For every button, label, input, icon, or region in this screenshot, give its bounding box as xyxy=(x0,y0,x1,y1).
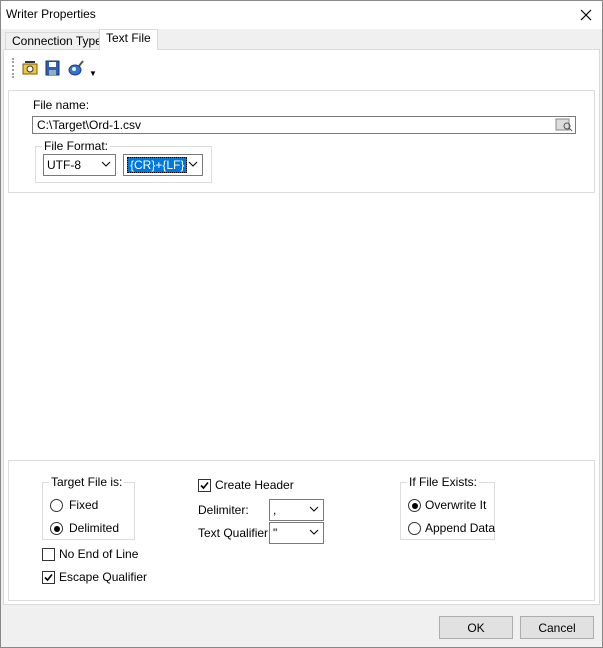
tab-text-file[interactable]: Text File xyxy=(99,29,158,50)
cancel-button[interactable]: Cancel xyxy=(520,616,594,639)
close-icon xyxy=(580,9,592,21)
create-header-checkbox[interactable] xyxy=(198,479,211,492)
line-ending-select[interactable]: {CR}+{LF} xyxy=(123,154,203,176)
escape-qualifier-checkbox[interactable] xyxy=(42,571,55,584)
no-end-of-line-label: No End of Line xyxy=(59,547,139,561)
check-icon xyxy=(44,573,53,582)
chevron-down-icon xyxy=(101,161,111,167)
file-format-group: File Format: UTF-8 {CR}+{LF} xyxy=(35,139,212,183)
settings-icon[interactable] xyxy=(20,58,40,78)
toolbar-grip xyxy=(12,58,14,78)
encoding-select[interactable]: UTF-8 xyxy=(43,154,116,176)
overwrite-label: Overwrite It xyxy=(425,498,487,512)
tab-connection-type[interactable]: Connection Type xyxy=(5,32,109,50)
if-file-exists-legend: If File Exists: xyxy=(407,475,480,489)
chevron-down-icon xyxy=(309,529,319,535)
delimited-label: Delimited xyxy=(69,521,120,535)
file-name-input[interactable]: C:\Target\Ord-1.csv xyxy=(32,116,576,134)
close-button[interactable] xyxy=(570,1,602,29)
chevron-down-icon xyxy=(188,161,198,167)
line-ending-value: {CR}+{LF} xyxy=(127,157,188,173)
escape-qualifier-label: Escape Qualifier xyxy=(59,570,148,584)
target-file-group: Target File is: Fixed Delimited xyxy=(42,475,135,540)
toolbar: ▼ xyxy=(12,56,97,80)
append-label: Append Data xyxy=(425,521,496,535)
file-name-label: File name: xyxy=(33,98,90,112)
if-file-exists-group: If File Exists: Overwrite It Append Data xyxy=(400,475,496,540)
fixed-radio[interactable] xyxy=(50,499,63,512)
dropdown-arrow-icon[interactable]: ▼ xyxy=(89,69,97,78)
target-file-legend: Target File is: xyxy=(49,475,125,489)
append-radio[interactable] xyxy=(408,522,421,535)
options-section: Target File is: Fixed Delimited No End o… xyxy=(8,460,595,601)
writer-properties-dialog: Writer Properties Connection Type Text F… xyxy=(0,0,603,648)
delimiter-select[interactable]: , xyxy=(269,499,324,521)
clear-icon[interactable] xyxy=(66,58,86,78)
delimiter-label: Delimiter: xyxy=(198,503,249,517)
encoding-value: UTF-8 xyxy=(47,158,81,172)
text-qualifier-value: " xyxy=(273,526,278,540)
ok-button[interactable]: OK xyxy=(439,616,513,639)
check-icon xyxy=(200,481,209,490)
window-title: Writer Properties xyxy=(6,7,96,21)
text-qualifier-select[interactable]: " xyxy=(269,522,324,544)
text-qualifier-label: Text Qualifier: xyxy=(198,526,272,540)
delimiter-value: , xyxy=(273,503,277,517)
title-bar: Writer Properties xyxy=(1,1,602,29)
file-section: File name: C:\Target\Ord-1.csv File Form… xyxy=(8,90,595,193)
save-icon[interactable] xyxy=(43,58,63,78)
chevron-down-icon xyxy=(309,506,319,512)
overwrite-radio[interactable] xyxy=(408,499,421,512)
text-file-panel: ▼ File name: C:\Target\Ord-1.csv File Fo… xyxy=(3,49,600,605)
delimited-radio[interactable] xyxy=(50,522,63,535)
browse-icon[interactable] xyxy=(555,118,573,132)
create-header-label: Create Header xyxy=(215,478,294,492)
no-end-of-line-checkbox[interactable] xyxy=(42,548,55,561)
file-format-label: File Format: xyxy=(42,139,111,153)
fixed-label: Fixed xyxy=(69,498,99,512)
